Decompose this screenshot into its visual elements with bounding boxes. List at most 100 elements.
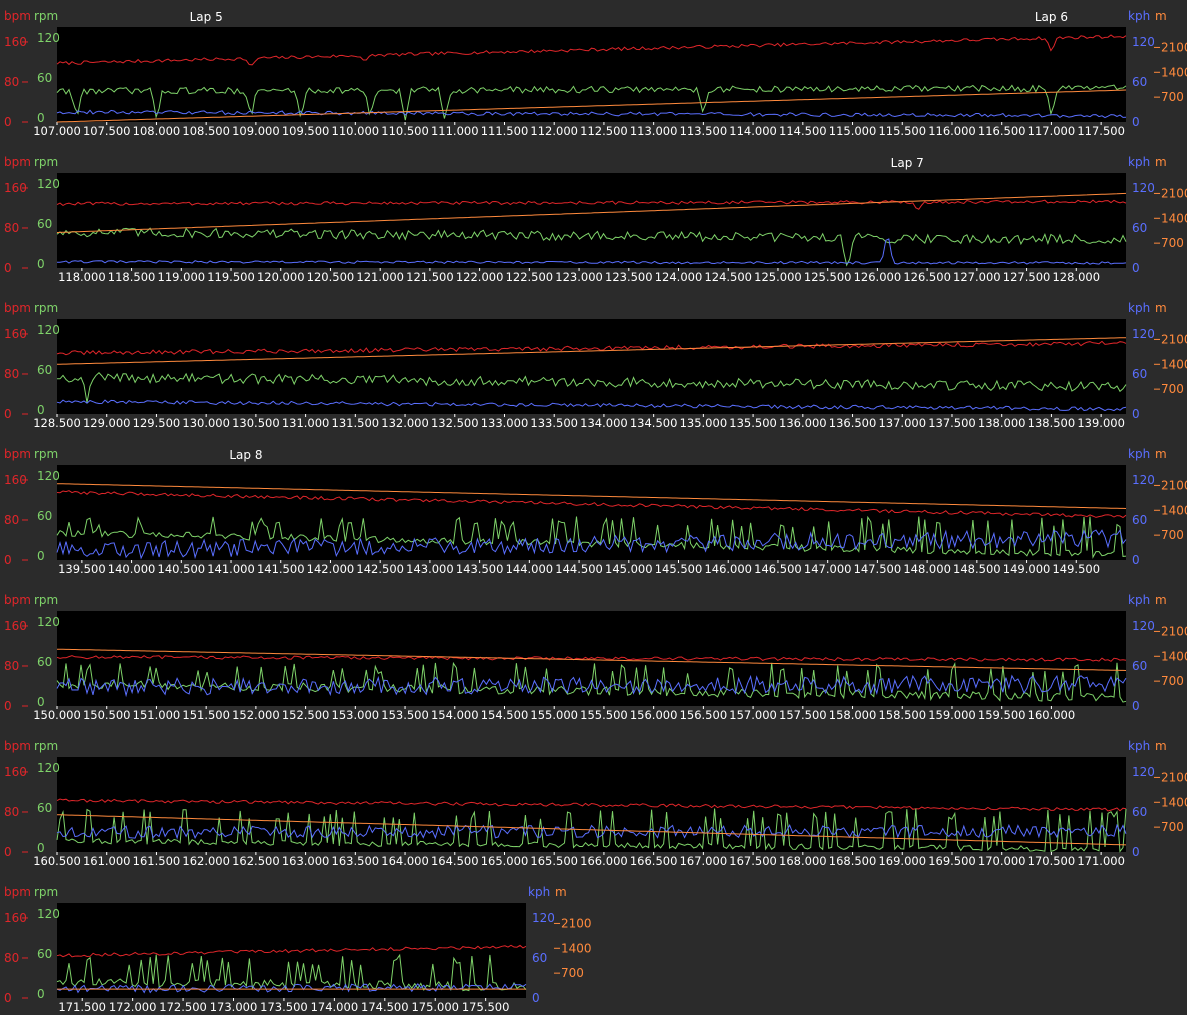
x-tick-label: 163.000 [282, 854, 330, 868]
bpm-tick-label: 80 [4, 75, 19, 89]
m-label: m [1155, 155, 1167, 169]
x-tick-label: 153.500 [381, 708, 429, 722]
rpm-tick-label: 120 [37, 907, 60, 921]
x-tick-label: 130.000 [182, 416, 230, 430]
x-tick-label: 137.000 [878, 416, 926, 430]
rpm-tick-label: 60 [37, 947, 52, 961]
x-tick-label: 131.000 [282, 416, 330, 430]
x-tick-label: 175.000 [411, 1000, 459, 1014]
kph-tick-label: 120 [1132, 765, 1155, 779]
x-tick-label: 160.000 [1028, 708, 1076, 722]
x-tick-label: 121.500 [406, 270, 454, 284]
kph-tick-label: 0 [1132, 115, 1140, 129]
x-tick-label: 147.500 [854, 562, 902, 576]
rpm-tick-label: 60 [37, 363, 52, 377]
chart-panel-4: bpmrpmkphm008060160120060120700140021001… [4, 447, 1187, 576]
x-tick-label: 117.500 [1077, 124, 1125, 138]
x-tick-label: 170.000 [978, 854, 1026, 868]
x-tick-label: 156.500 [680, 708, 728, 722]
rpm-label: rpm [34, 155, 58, 169]
rpm-tick-label: 120 [37, 761, 60, 775]
x-tick-label: 136.000 [779, 416, 827, 430]
chart-panel-1: bpmrpmkphm008060160120060120700140021001… [4, 9, 1187, 138]
x-tick-label: 124.500 [704, 270, 752, 284]
x-tick-label: 121.000 [356, 270, 404, 284]
m-tick-label: 700 [1161, 236, 1184, 250]
x-tick-label: 118.000 [58, 270, 106, 284]
x-tick-label: 163.500 [332, 854, 380, 868]
x-tick-label: 154.500 [481, 708, 529, 722]
rpm-tick-label: 60 [37, 655, 52, 669]
x-tick-label: 116.000 [928, 124, 976, 138]
bpm-tick-label: 0 [4, 553, 12, 567]
m-label: m [1155, 9, 1167, 23]
kph-tick-label: 60 [1132, 805, 1147, 819]
rpm-tick-label: 60 [37, 71, 52, 85]
x-tick-label: 125.000 [754, 270, 802, 284]
m-tick-label: 2100 [561, 916, 592, 930]
bpm-label: bpm [4, 447, 31, 461]
x-tick-label: 167.500 [729, 854, 777, 868]
x-tick-label: 162.000 [182, 854, 230, 868]
m-tick-label: 700 [1161, 90, 1184, 104]
bpm-label: bpm [4, 9, 31, 23]
x-tick-label: 136.500 [829, 416, 877, 430]
m-label: m [1155, 739, 1167, 753]
kph-tick-label: 0 [1132, 845, 1140, 859]
m-tick-label: 700 [1161, 674, 1184, 688]
lap-label: Lap 7 [891, 156, 924, 170]
x-tick-label: 126.000 [854, 270, 902, 284]
bpm-tick-label: 80 [4, 513, 19, 527]
x-tick-label: 123.500 [605, 270, 653, 284]
x-tick-label: 145.500 [655, 562, 703, 576]
kph-tick-label: 120 [1132, 619, 1155, 633]
x-tick-label: 107.500 [83, 124, 131, 138]
rpm-tick-label: 0 [37, 257, 45, 271]
m-tick-label: 2100 [1161, 478, 1187, 492]
x-tick-label: 131.500 [332, 416, 380, 430]
x-tick-label: 164.000 [381, 854, 429, 868]
bpm-label: bpm [4, 593, 31, 607]
x-tick-label: 129.000 [83, 416, 131, 430]
x-tick-label: 161.500 [133, 854, 181, 868]
x-tick-label: 168.000 [779, 854, 827, 868]
bpm-tick-label: 80 [4, 951, 19, 965]
kph-tick-label: 60 [1132, 367, 1147, 381]
rpm-label: rpm [34, 885, 58, 899]
x-tick-label: 135.000 [680, 416, 728, 430]
kph-tick-label: 60 [1132, 221, 1147, 235]
m-label: m [1155, 593, 1167, 607]
x-tick-label: 108.500 [182, 124, 230, 138]
x-tick-label: 114.500 [779, 124, 827, 138]
x-tick-label: 133.000 [481, 416, 529, 430]
x-tick-label: 171.000 [1077, 854, 1125, 868]
x-tick-label: 175.500 [462, 1000, 510, 1014]
x-tick-label: 122.500 [506, 270, 554, 284]
kph-tick-label: 120 [1132, 473, 1155, 487]
x-tick-label: 157.500 [779, 708, 827, 722]
x-tick-label: 149.500 [1052, 562, 1100, 576]
x-tick-label: 149.000 [1003, 562, 1051, 576]
x-tick-label: 172.500 [159, 1000, 207, 1014]
m-tick-label: 700 [561, 966, 584, 980]
x-tick-label: 112.000 [530, 124, 578, 138]
x-tick-label: 151.500 [182, 708, 230, 722]
x-tick-label: 154.000 [431, 708, 479, 722]
x-tick-label: 174.000 [311, 1000, 359, 1014]
x-tick-label: 150.000 [33, 708, 81, 722]
x-tick-label: 115.500 [878, 124, 926, 138]
x-tick-label: 144.500 [555, 562, 603, 576]
x-tick-label: 116.500 [978, 124, 1026, 138]
m-tick-label: 2100 [1161, 40, 1187, 54]
x-tick-label: 157.000 [729, 708, 777, 722]
x-tick-label: 110.000 [332, 124, 380, 138]
x-tick-label: 166.000 [580, 854, 628, 868]
rpm-tick-label: 0 [37, 549, 45, 563]
kph-tick-label: 60 [532, 951, 547, 965]
x-tick-label: 119.500 [207, 270, 255, 284]
kph-tick-label: 120 [1132, 35, 1155, 49]
x-tick-label: 152.000 [232, 708, 280, 722]
x-tick-label: 137.500 [928, 416, 976, 430]
x-tick-label: 109.500 [282, 124, 330, 138]
m-tick-label: 2100 [1161, 332, 1187, 346]
